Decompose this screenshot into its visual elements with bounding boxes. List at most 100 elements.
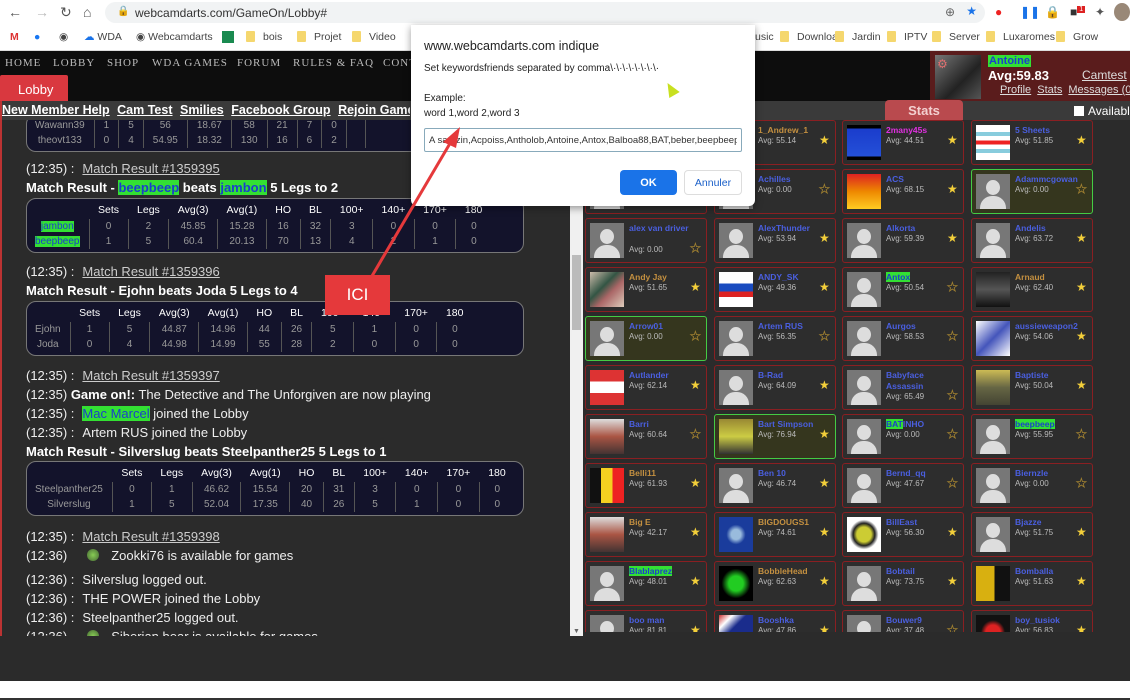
player-name[interactable]: Andy Jay: [629, 272, 667, 282]
player-avatar[interactable]: [590, 370, 624, 405]
player-card[interactable]: Andelis Avg: 63.72 ★: [971, 218, 1093, 263]
ok-button[interactable]: OK: [620, 170, 677, 195]
player-avatar[interactable]: [847, 272, 881, 307]
player-name[interactable]: Arrow01: [629, 321, 663, 331]
player-avatar[interactable]: [847, 370, 881, 405]
bookmark-star-icon[interactable]: ★: [966, 4, 977, 18]
player-card[interactable]: Alkorta Avg: 59.39 ★: [842, 218, 964, 263]
star-outline-icon[interactable]: ★: [690, 427, 702, 442]
player-name[interactable]: AlexThunder: [758, 223, 810, 233]
star-filled-icon[interactable]: ★: [1076, 525, 1087, 539]
star-filled-icon[interactable]: ★: [1076, 280, 1087, 294]
star-filled-icon[interactable]: ★: [819, 476, 830, 490]
star-filled-icon[interactable]: ★: [1076, 133, 1087, 147]
cancel-button[interactable]: Annuler: [684, 170, 742, 195]
player-avatar[interactable]: [976, 370, 1010, 405]
star-filled-icon[interactable]: ★: [947, 133, 958, 147]
home-icon[interactable]: ⌂: [83, 4, 91, 20]
player-avatar[interactable]: [590, 615, 624, 632]
star-filled-icon[interactable]: ★: [947, 525, 958, 539]
gear-icon[interactable]: ⚙: [937, 57, 948, 71]
user-avatar-icon[interactable]: [1114, 3, 1130, 21]
star-outline-icon[interactable]: ★: [947, 280, 959, 295]
player-name[interactable]: Baptiste: [1015, 370, 1049, 380]
player-avatar[interactable]: [719, 517, 753, 552]
player-avatar[interactable]: [976, 615, 1010, 632]
player-card[interactable]: Artem RUS Avg: 56.35 ★: [714, 316, 836, 361]
star-filled-icon[interactable]: ★: [819, 231, 830, 245]
star-outline-icon[interactable]: ★: [947, 623, 959, 632]
player-card[interactable]: ACS Avg: 68.15 ★: [842, 169, 964, 214]
player-avatar[interactable]: [847, 223, 881, 258]
match-result-link[interactable]: Match Result #1359398: [82, 529, 219, 544]
star-filled-icon[interactable]: ★: [947, 182, 958, 196]
facebook-group-link[interactable]: Facebook Group: [231, 103, 330, 117]
address-bar[interactable]: 🔒 webcamdarts.com/GameOn/Lobby# ⊕ ★: [105, 2, 985, 23]
star-outline-icon[interactable]: ★: [819, 329, 831, 344]
star-outline-icon[interactable]: ★: [947, 329, 959, 344]
bookmark-bois[interactable]: bois: [246, 31, 282, 43]
player-name[interactable]: 1_Andrew_1: [758, 125, 808, 135]
star-outline-icon[interactable]: ★: [1076, 427, 1088, 442]
player-card[interactable]: Barri Avg: 60.64 ★: [585, 414, 707, 459]
player-avatar[interactable]: [590, 517, 624, 552]
player-name[interactable]: Babyface Assassin: [886, 370, 946, 392]
player-card[interactable]: Bouwer9 Avg: 37.48 ★: [842, 610, 964, 632]
star-outline-icon[interactable]: ★: [819, 182, 831, 197]
player-card[interactable]: BATINHO Avg: 0.00 ★: [842, 414, 964, 459]
player-avatar[interactable]: [719, 566, 753, 601]
rejoin-game-link[interactable]: Rejoin Game: [338, 103, 410, 117]
player-card[interactable]: BIGDOUGS1 Avg: 74.61 ★: [714, 512, 836, 557]
player-name[interactable]: boo man: [629, 615, 664, 625]
player-card[interactable]: Blablaprez Avg: 48.01 ★: [585, 561, 707, 606]
player-name[interactable]: ACS: [886, 174, 904, 184]
player-card[interactable]: Ben 10 Avg: 46.74 ★: [714, 463, 836, 508]
star-filled-icon[interactable]: ★: [819, 623, 830, 632]
new-member-help-link[interactable]: New Member Help: [2, 103, 110, 117]
player-card[interactable]: Biernzle Avg: 0.00 ★: [971, 463, 1093, 508]
bookmark-server[interactable]: Server: [932, 31, 980, 43]
player-name[interactable]: Adammcgowan: [1015, 174, 1078, 184]
player-name[interactable]: Bart Simpson: [758, 419, 813, 429]
player-avatar[interactable]: [976, 419, 1010, 454]
star-filled-icon[interactable]: ★: [819, 525, 830, 539]
player-name[interactable]: 5 Sheets: [1015, 125, 1050, 135]
star-outline-icon[interactable]: ★: [690, 329, 702, 344]
player-avatar[interactable]: [847, 517, 881, 552]
player-avatar[interactable]: [719, 272, 753, 307]
player-card[interactable]: AlexThunder Avg: 53.94 ★: [714, 218, 836, 263]
player-card[interactable]: alex van driver Avg: 0.00 ★: [585, 218, 707, 263]
player-avatar[interactable]: [719, 468, 753, 503]
player-card[interactable]: Aurgos Avg: 58.53 ★: [842, 316, 964, 361]
star-filled-icon[interactable]: ★: [690, 574, 701, 588]
player-name[interactable]: Arnaud: [1015, 272, 1045, 282]
star-filled-icon[interactable]: ★: [1076, 231, 1087, 245]
nav-forum[interactable]: FORUM: [237, 57, 281, 69]
star-filled-icon[interactable]: ★: [1076, 574, 1087, 588]
cam-test-link[interactable]: Cam Test: [117, 103, 172, 117]
checkbox-icon[interactable]: [1074, 106, 1084, 116]
available-checkbox[interactable]: Availabl: [1074, 104, 1130, 118]
player-card[interactable]: boo man Avg: 81.81 ★: [585, 610, 707, 632]
nav-rules-faq[interactable]: RULES & FAQ: [293, 57, 374, 69]
bookmark-wda[interactable]: ☁ WDA: [84, 31, 122, 43]
player-avatar[interactable]: [719, 615, 753, 632]
player-avatar[interactable]: [590, 321, 624, 356]
player-name[interactable]: BATINHO: [886, 419, 924, 429]
player-card[interactable]: Belli11 Avg: 61.93 ★: [585, 463, 707, 508]
player-avatar[interactable]: [847, 615, 881, 632]
player-avatar[interactable]: [976, 174, 1010, 209]
player-card[interactable]: Babyface Assassin Avg: 65.49 ★: [842, 365, 964, 410]
player-name[interactable]: Bobtail: [886, 566, 915, 576]
keywords-input[interactable]: [424, 128, 742, 152]
player-name[interactable]: Bouwer9: [886, 615, 922, 625]
player-avatar[interactable]: [847, 419, 881, 454]
player-avatar[interactable]: [976, 517, 1010, 552]
player-name[interactable]: ANDY_SK: [758, 272, 799, 282]
player-card[interactable]: Bart Simpson Avg: 76.94 ★: [714, 414, 836, 459]
player-card[interactable]: Big E Avg: 42.17 ★: [585, 512, 707, 557]
star-filled-icon[interactable]: ★: [947, 574, 958, 588]
player-card[interactable]: BillEast Avg: 56.30 ★: [842, 512, 964, 557]
player-name[interactable]: Artem RUS: [758, 321, 803, 331]
player-name[interactable]: alex van driver: [629, 223, 689, 234]
